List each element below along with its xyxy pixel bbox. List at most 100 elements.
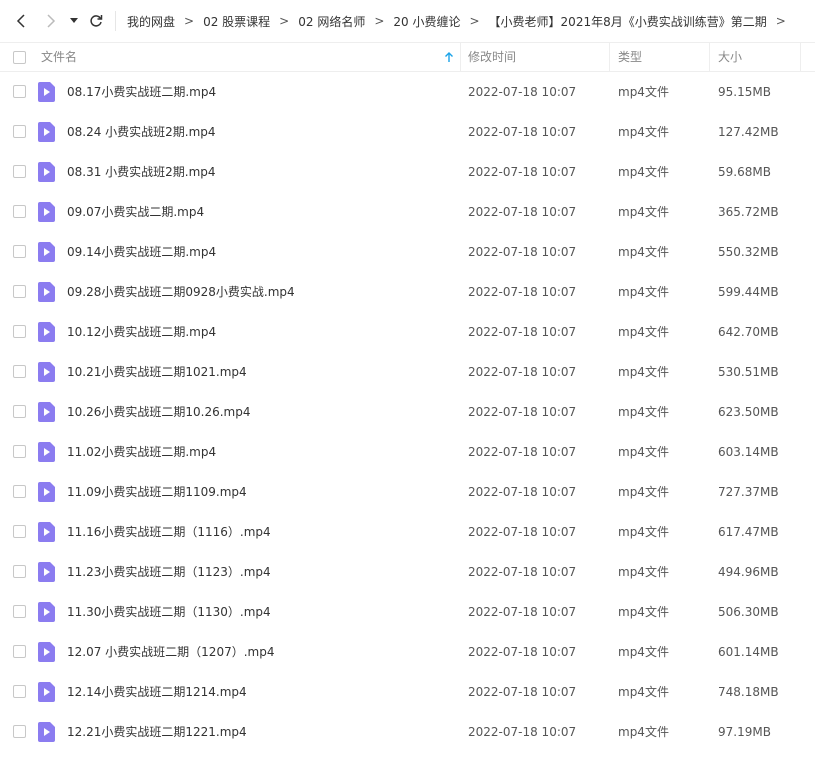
file-type: mp4文件	[618, 605, 669, 619]
file-row[interactable]: 09.14小费实战班二期.mp4 2022-07-18 10:07 mp4文件 550…	[0, 232, 815, 272]
row-checkbox[interactable]	[13, 445, 26, 458]
breadcrumb-separator: >	[469, 14, 480, 28]
video-file-icon	[38, 322, 55, 342]
row-checkbox[interactable]	[13, 645, 26, 658]
file-row[interactable]: 09.28小费实战班二期0928小费实战.mp4 2022-07-18 10:07…	[0, 272, 815, 312]
file-name[interactable]: 11.02小费实战班二期.mp4	[67, 432, 216, 472]
file-name[interactable]: 12.21小费实战班二期1221.mp4	[67, 712, 247, 752]
row-checkbox[interactable]	[13, 85, 26, 98]
row-checkbox[interactable]	[13, 365, 26, 378]
file-row[interactable]: 10.12小费实战班二期.mp4 2022-07-18 10:07 mp4文件 642…	[0, 312, 815, 352]
video-file-icon	[38, 682, 55, 702]
file-name[interactable]: 11.23小费实战班二期（1123）.mp4	[67, 552, 271, 592]
file-size: 599.44MB	[718, 285, 779, 299]
file-row[interactable]: 10.26小费实战班二期10.26.mp4 2022-07-18 10:07 mp4…	[0, 392, 815, 432]
file-name[interactable]: 12.07 小费实战班二期（1207）.mp4	[67, 632, 274, 672]
file-row[interactable]: 12.07 小费实战班二期（1207）.mp4 2022-07-18 10:07 m…	[0, 632, 815, 672]
file-type: mp4文件	[618, 685, 669, 699]
file-type: mp4文件	[618, 525, 669, 539]
column-header-size[interactable]: 大小	[718, 43, 742, 71]
row-checkbox[interactable]	[13, 125, 26, 138]
file-name[interactable]: 09.14小费实战班二期.mp4	[67, 232, 216, 272]
file-type: mp4文件	[618, 565, 669, 579]
file-name[interactable]: 09.28小费实战班二期0928小费实战.mp4	[67, 272, 295, 312]
file-name[interactable]: 09.07小费实战二期.mp4	[67, 192, 204, 232]
column-divider[interactable]	[800, 43, 801, 71]
refresh-icon	[90, 15, 103, 27]
file-row[interactable]: 12.21小费实战班二期1221.mp4 2022-07-18 10:07 mp4文…	[0, 712, 815, 752]
video-file-icon	[38, 602, 55, 622]
sort-ascending-icon[interactable]	[443, 51, 455, 63]
file-row[interactable]: 11.02小费实战班二期.mp4 2022-07-18 10:07 mp4文件 603…	[0, 432, 815, 472]
file-type: mp4文件	[618, 365, 669, 379]
row-checkbox[interactable]	[13, 525, 26, 538]
breadcrumb: 我的网盘 > 02 股票课程 > 02 网络名师 > 20 小费缠论 > 【小费…	[127, 0, 795, 42]
breadcrumb-separator: >	[374, 14, 385, 28]
breadcrumb-item-xiaofei-chanlun[interactable]: 20 小费缠论	[393, 13, 460, 30]
file-name[interactable]: 08.31 小费实战班2期.mp4	[67, 152, 216, 192]
breadcrumb-item-famous-teachers[interactable]: 02 网络名师	[298, 13, 365, 30]
video-file-icon	[38, 242, 55, 262]
video-file-icon	[38, 562, 55, 582]
column-header-modified[interactable]: 修改时间	[468, 43, 516, 71]
row-checkbox[interactable]	[13, 405, 26, 418]
column-header-name[interactable]: 文件名	[41, 43, 77, 71]
file-name[interactable]: 10.12小费实战班二期.mp4	[67, 312, 216, 352]
file-name[interactable]: 11.16小费实战班二期（1116）.mp4	[67, 512, 271, 552]
file-row[interactable]: 11.16小费实战班二期（1116）.mp4 2022-07-18 10:07 mp…	[0, 512, 815, 552]
video-file-icon	[38, 362, 55, 382]
file-name[interactable]: 12.14小费实战班二期1214.mp4	[67, 672, 247, 712]
row-checkbox[interactable]	[13, 685, 26, 698]
file-size: 550.32MB	[718, 245, 779, 259]
row-checkbox[interactable]	[13, 165, 26, 178]
file-size: 97.19MB	[718, 725, 771, 739]
file-row[interactable]: 11.09小费实战班二期1109.mp4 2022-07-18 10:07 mp4文…	[0, 472, 815, 512]
file-row[interactable]: 11.23小费实战班二期（1123）.mp4 2022-07-18 10:07 mp…	[0, 552, 815, 592]
column-divider[interactable]	[709, 43, 710, 71]
file-modified-time: 2022-07-18 10:07	[468, 125, 577, 139]
row-checkbox[interactable]	[13, 605, 26, 618]
file-row[interactable]: 08.24 小费实战班2期.mp4 2022-07-18 10:07 mp4文件 12…	[0, 112, 815, 152]
video-file-icon	[38, 122, 55, 142]
row-checkbox[interactable]	[13, 285, 26, 298]
file-name[interactable]: 10.21小费实战班二期1021.mp4	[67, 352, 247, 392]
row-checkbox[interactable]	[13, 325, 26, 338]
column-divider[interactable]	[609, 43, 610, 71]
file-row[interactable]: 09.07小费实战二期.mp4 2022-07-18 10:07 mp4文件 365.…	[0, 192, 815, 232]
file-name[interactable]: 08.17小费实战班二期.mp4	[67, 72, 216, 112]
file-modified-time: 2022-07-18 10:07	[468, 85, 577, 99]
breadcrumb-item-root[interactable]: 我的网盘	[127, 13, 175, 30]
file-row[interactable]: 10.21小费实战班二期1021.mp4 2022-07-18 10:07 mp4文…	[0, 352, 815, 392]
file-modified-time: 2022-07-18 10:07	[468, 165, 577, 179]
file-row[interactable]: 08.17小费实战班二期.mp4 2022-07-18 10:07 mp4文件 95.…	[0, 72, 815, 112]
file-name[interactable]: 08.24 小费实战班2期.mp4	[67, 112, 216, 152]
breadcrumb-item-current-folder[interactable]: 【小费老师】2021年8月《小费实战训练营》第二期	[489, 13, 767, 30]
row-checkbox[interactable]	[13, 245, 26, 258]
column-header-type[interactable]: 类型	[618, 43, 642, 71]
file-name[interactable]: 11.09小费实战班二期1109.mp4	[67, 472, 247, 512]
row-checkbox[interactable]	[13, 485, 26, 498]
file-name[interactable]: 11.30小费实战班二期（1130）.mp4	[67, 592, 271, 632]
file-row[interactable]: 11.30小费实战班二期（1130）.mp4 2022-07-18 10:07 mp…	[0, 592, 815, 632]
file-name[interactable]: 10.26小费实战班二期10.26.mp4	[67, 392, 250, 432]
row-checkbox[interactable]	[13, 205, 26, 218]
file-type: mp4文件	[618, 325, 669, 339]
history-dropdown-button[interactable]	[66, 9, 82, 33]
select-all-checkbox[interactable]	[13, 51, 26, 64]
file-type: mp4文件	[618, 405, 669, 419]
forward-button[interactable]	[40, 9, 62, 33]
file-row[interactable]: 12.14小费实战班二期1214.mp4 2022-07-18 10:07 mp4文…	[0, 672, 815, 712]
file-size: 642.70MB	[718, 325, 779, 339]
breadcrumb-item-stock-courses[interactable]: 02 股票课程	[203, 13, 270, 30]
column-divider[interactable]	[460, 43, 461, 71]
file-modified-time: 2022-07-18 10:07	[468, 285, 577, 299]
refresh-button[interactable]	[85, 9, 107, 33]
breadcrumb-separator: >	[775, 14, 786, 28]
file-type: mp4文件	[618, 445, 669, 459]
row-checkbox[interactable]	[13, 725, 26, 738]
row-checkbox[interactable]	[13, 565, 26, 578]
video-file-icon	[38, 642, 55, 662]
file-modified-time: 2022-07-18 10:07	[468, 645, 577, 659]
file-row[interactable]: 08.31 小费实战班2期.mp4 2022-07-18 10:07 mp4文件 59…	[0, 152, 815, 192]
back-button[interactable]	[10, 9, 32, 33]
